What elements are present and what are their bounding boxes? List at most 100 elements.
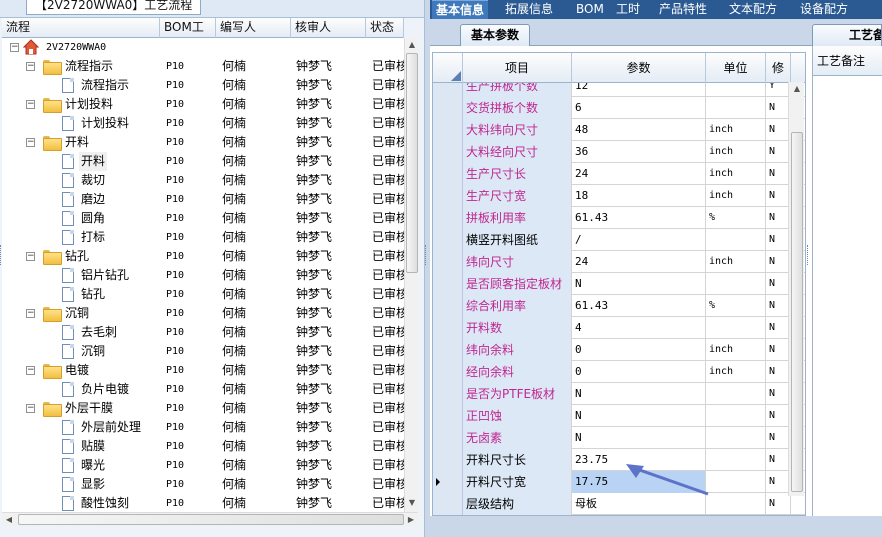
tree-node[interactable]: − 流程指示 [2,57,160,76]
menu-item-5[interactable]: 文本配方 [729,0,777,19]
tree-node[interactable]: 磨边 [2,190,160,209]
param-value-cell[interactable]: 6 [572,97,706,119]
grid-row[interactable]: 生产拼板个数 12 Y [433,83,805,97]
grid-row[interactable]: 横竖开料图纸 / N [433,229,805,251]
grid-row[interactable]: 开料数 4 N [433,317,805,339]
tree-row[interactable]: 负片电镀 P10 何楠 钟梦飞 已审核 [2,380,404,399]
tree-row[interactable]: 打标 P10 何楠 钟梦飞 已审核 [2,228,404,247]
param-value-cell[interactable]: 4 [572,317,706,339]
scroll-thumb[interactable] [791,132,803,492]
param-value-cell[interactable]: 48 [572,119,706,141]
grid-row[interactable]: 纬向余料 0 inch N [433,339,805,361]
param-value-cell[interactable]: / [572,229,706,251]
parameter-grid[interactable]: 项目 参数 单位 修 生产拼板个数 12 Y 交货拼板个数 6 N 大料纬向尺寸 48 inch… [432,52,806,516]
tab-basic-params[interactable]: 基本参数 [460,24,530,46]
tree-node[interactable]: − 计划投料 [2,95,160,114]
row-selector[interactable] [433,493,463,515]
tree-row[interactable]: 外层前处理 P10 何楠 钟梦飞 已审核 [2,418,404,437]
grid-row[interactable]: 生产尺寸宽 18 inch N [433,185,805,207]
tree-node[interactable]: 打标 [2,228,160,247]
panel-splitter[interactable] [424,0,430,537]
tree-node[interactable]: 酸性蚀刻 [2,494,160,512]
tab-process-notes[interactable]: 工艺备 [812,24,882,46]
tree-node[interactable]: 流程指示 [2,76,160,95]
tree-row[interactable]: 去毛刺 P10 何楠 钟梦飞 已审核 [2,323,404,342]
tree-node[interactable]: 曝光 [2,456,160,475]
param-value-cell[interactable]: N [572,383,706,405]
tree-row[interactable]: − 沉铜 P10 何楠 钟梦飞 已审核 [2,304,404,323]
param-value-cell[interactable]: 0 [572,339,706,361]
tree-column-header-4[interactable]: 状态 [366,18,404,38]
param-value-cell[interactable]: N [572,273,706,295]
tree-node[interactable]: 裁切 [2,171,160,190]
tree-row[interactable]: 曝光 P10 何楠 钟梦飞 已审核 [2,456,404,475]
param-value-cell[interactable]: 24 [572,251,706,273]
tree-node[interactable]: − 沉铜 [2,304,160,323]
row-selector[interactable] [433,119,463,141]
grid-row[interactable]: 经向余料 0 inch N [433,361,805,383]
menu-item-2[interactable]: BOM [576,0,604,19]
tree-horizontal-scrollbar[interactable]: ◀ ▶ [2,512,418,526]
tree-column-header-0[interactable]: 流程 [2,18,160,38]
param-value-cell[interactable]: 18 [572,185,706,207]
tree-row[interactable]: − 电镀 P10 何楠 钟梦飞 已审核 [2,361,404,380]
tree-row[interactable]: − 外层干膜 P10 何楠 钟梦飞 已审核 [2,399,404,418]
row-selector[interactable] [433,383,463,405]
menu-item-4[interactable]: 产品特性 [659,0,707,19]
row-selector[interactable] [433,207,463,229]
tree-column-header-1[interactable]: BOM工厂 [160,18,216,53]
tree-row[interactable]: 酸性蚀刻 P10 何楠 钟梦飞 已审核 [2,494,404,512]
tree-node[interactable]: 圆角 [2,209,160,228]
param-value-cell[interactable]: N [572,427,706,449]
grid-row[interactable]: 生产尺寸长 24 inch N [433,163,805,185]
scroll-thumb[interactable] [406,53,418,273]
row-selector[interactable] [433,427,463,449]
tree-row[interactable]: − 流程指示 P10 何楠 钟梦飞 已审核 [2,57,404,76]
scroll-down-arrow-icon[interactable]: ▼ [405,496,419,510]
tree-row[interactable]: 计划投料 P10 何楠 钟梦飞 已审核 [2,114,404,133]
tree-row[interactable]: − 开料 P10 何楠 钟梦飞 已审核 [2,133,404,152]
grid-row[interactable]: 是否为PTFE板材 N N [433,383,805,405]
tree-node[interactable]: 外层前处理 [2,418,160,437]
row-selector[interactable] [433,83,463,97]
scroll-up-arrow-icon[interactable]: ▲ [790,82,804,96]
collapse-toggle-icon[interactable]: − [26,366,35,375]
grid-row[interactable]: 大料经向尺寸 36 inch N [433,141,805,163]
left-resize-grip[interactable] [0,245,3,265]
tree-node[interactable]: 去毛刺 [2,323,160,342]
tree-row[interactable]: 贴膜 P10 何楠 钟梦飞 已审核 [2,437,404,456]
panel-title-tab[interactable]: 【2V2720WWA0】工艺流程 [26,0,202,15]
tree-row[interactable]: − 2V2720WWA0 [2,38,404,57]
grid-row[interactable]: 大料纬向尺寸 48 inch N [433,119,805,141]
tree-node[interactable]: 开料 [2,152,160,171]
row-selector[interactable] [433,339,463,361]
grid-row[interactable]: 拼板利用率 61.43% N [433,207,805,229]
tree-row[interactable]: 裁切 P10 何楠 钟梦飞 已审核 [2,171,404,190]
menu-item-6[interactable]: 设备配方 [800,0,848,19]
param-value-cell[interactable]: 61.43 [572,295,706,317]
tree-row[interactable]: 钻孔 P10 何楠 钟梦飞 已审核 [2,285,404,304]
tree-node[interactable]: − 开料 [2,133,160,152]
right-splitter-grip[interactable] [807,245,810,265]
column-header-item[interactable]: 项目 [463,53,572,83]
param-value-cell[interactable]: 0 [572,361,706,383]
param-value-cell[interactable]: 24 [572,163,706,185]
param-value-cell[interactable]: N [572,405,706,427]
row-selector[interactable] [433,229,463,251]
collapse-toggle-icon[interactable]: − [10,43,19,52]
tree-row[interactable]: 沉铜 P10 何楠 钟梦飞 已审核 [2,342,404,361]
tree-row[interactable]: 显影 P10 何楠 钟梦飞 已审核 [2,475,404,494]
tree-node[interactable]: 计划投料 [2,114,160,133]
row-selector[interactable] [433,251,463,273]
tree-node[interactable]: 沉铜 [2,342,160,361]
menu-item-1[interactable]: 拓展信息 [505,0,553,19]
scroll-up-arrow-icon[interactable]: ▲ [405,38,419,52]
tree-row[interactable]: 磨边 P10 何楠 钟梦飞 已审核 [2,190,404,209]
tree-node[interactable]: 负片电镀 [2,380,160,399]
scroll-thumb[interactable] [18,514,404,525]
column-header-unit[interactable]: 单位 [706,53,766,83]
tree-row[interactable]: − 计划投料 P10 何楠 钟梦飞 已审核 [2,95,404,114]
column-header-param[interactable]: 参数 [572,53,706,83]
splitter-grip[interactable] [425,245,428,265]
tree-row[interactable]: 开料 P10 何楠 钟梦飞 已审核 [2,152,404,171]
